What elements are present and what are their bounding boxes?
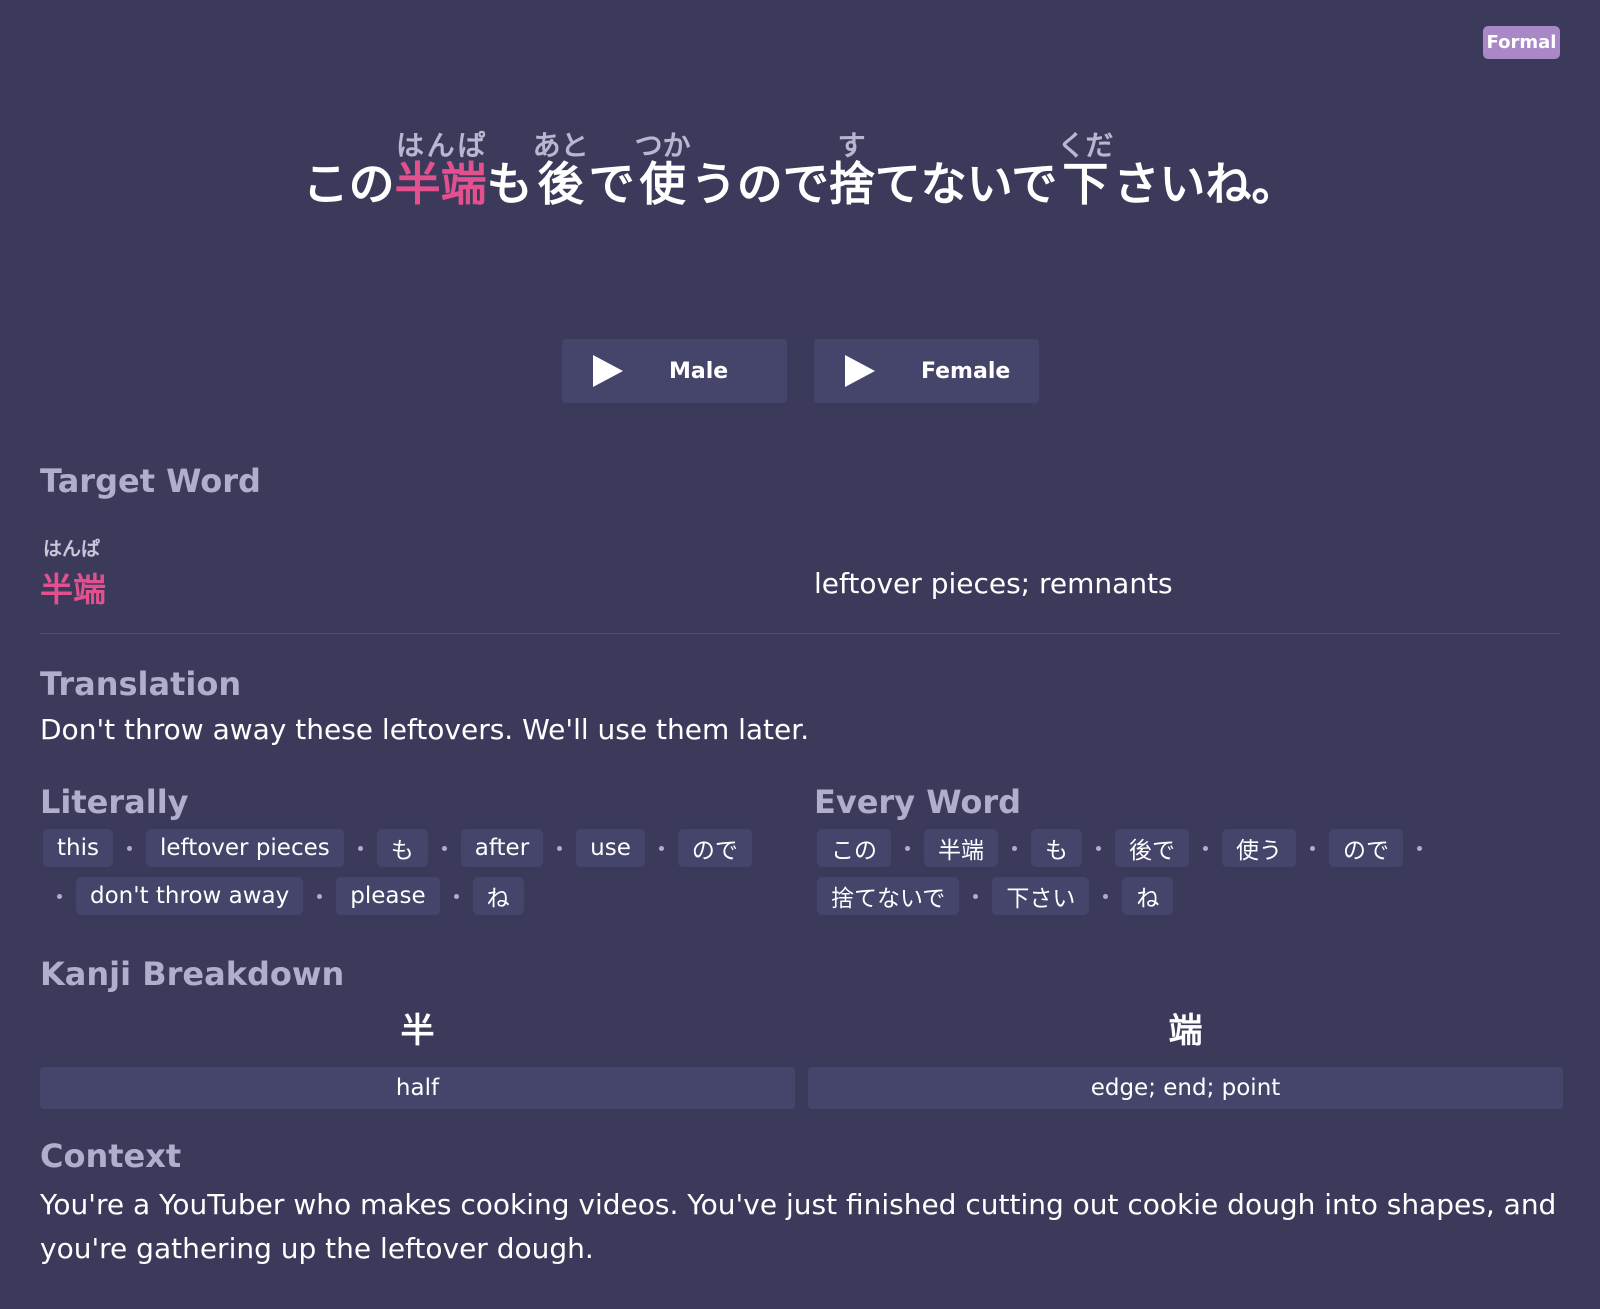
play-female-button[interactable]: Female <box>814 339 1039 403</box>
furigana: あと <box>532 129 589 162</box>
separator-dot <box>441 845 447 851</box>
separator-dot <box>905 845 910 851</box>
literal-chip[interactable]: ので <box>677 829 752 867</box>
japanese-sentence: この 半端はんぱも後あとで使つか うので 捨す てないで 下くだ さいね。 <box>0 129 1600 211</box>
sentence-ruby: 下くだ <box>1057 129 1114 207</box>
female-label: Female <box>921 358 1011 384</box>
separator-dot <box>557 845 563 851</box>
divider <box>40 633 1560 634</box>
translation-title: Translation <box>40 665 242 703</box>
play-icon <box>593 355 623 387</box>
word-chip[interactable]: 下さい <box>992 877 1090 915</box>
literal-chip[interactable]: after <box>460 829 544 867</box>
literal-chip[interactable]: も <box>376 829 428 867</box>
play-male-button[interactable]: Male <box>562 339 787 403</box>
literal-chip[interactable]: ね <box>472 877 524 915</box>
context-text: You're a YouTuber who makes cooking vide… <box>40 1188 1557 1265</box>
sentence-kanji: 捨 <box>828 157 875 211</box>
sentence-kana: さいね。 <box>1113 157 1298 211</box>
target-word: 半端 <box>40 570 106 609</box>
separator-dot <box>1417 845 1422 851</box>
formality-badge: Formal <box>1483 26 1560 59</box>
every-word-chips: この 半端も後で 使う ので捨てないで 下さいね <box>817 829 1537 915</box>
separator-dot <box>317 893 323 899</box>
sentence-ruby: 使つか <box>634 129 691 207</box>
sentence-kanji: 半端 <box>394 157 487 211</box>
kanji-meaning: half <box>40 1067 795 1109</box>
word-chip[interactable]: 使う <box>1222 829 1296 867</box>
separator-dot <box>1310 845 1315 851</box>
literal-chip[interactable]: please <box>336 877 440 915</box>
sentence-kanji: 使 <box>634 157 691 211</box>
sentence-kanji: 後 <box>532 157 589 211</box>
word-chip[interactable]: ので <box>1329 829 1403 867</box>
separator-dot <box>1103 893 1109 899</box>
separator-dot <box>57 893 62 899</box>
sentence-kana: この <box>302 157 395 211</box>
literal-chip[interactable]: don't throw away <box>76 877 304 915</box>
separator-dot <box>973 893 979 899</box>
male-label: Male <box>669 358 729 384</box>
literal-chip[interactable]: leftover pieces <box>145 829 344 867</box>
every-word-title: Every Word <box>814 783 1022 821</box>
furigana: す <box>828 129 875 162</box>
separator-dot <box>453 893 459 899</box>
word-chip[interactable]: 後で <box>1115 829 1189 867</box>
separator-dot <box>658 845 664 851</box>
audio-buttons: Male Female <box>562 339 1039 403</box>
literally-title: Literally <box>40 783 189 821</box>
literal-chip[interactable]: this <box>43 829 113 867</box>
separator-dot <box>357 845 363 851</box>
separator-dot <box>126 845 132 851</box>
kanji-breakdown-title: Kanji Breakdown <box>40 955 345 993</box>
sentence-kana: で <box>588 157 635 211</box>
kanji-character: 半 <box>400 1011 435 1051</box>
sentence-kana: うので <box>690 157 829 211</box>
sentence-kana: てないで <box>874 157 1058 211</box>
sentence-ruby: 捨す <box>828 129 875 207</box>
separator-dot <box>1096 845 1101 851</box>
target-word-reading: はんぱ <box>43 538 101 560</box>
literal-chip[interactable]: use <box>576 829 645 867</box>
literally-chips: this leftover pieces も after use ので don't thro… <box>43 829 763 915</box>
word-chip[interactable]: も <box>1031 829 1082 867</box>
sentence-ruby: 後あと <box>532 129 589 207</box>
kanji-character: 端 <box>1168 1011 1203 1051</box>
separator-dot <box>1203 845 1208 851</box>
sentence-ruby: 半端はんぱ <box>394 129 487 207</box>
sentence-kanji: 下 <box>1057 157 1114 211</box>
kanji-meaning: edge; end; point <box>808 1067 1563 1109</box>
furigana: くだ <box>1057 129 1114 162</box>
furigana: つか <box>634 129 691 162</box>
context-title: Context <box>40 1137 182 1175</box>
word-chip[interactable]: 半端 <box>924 829 998 867</box>
word-chip[interactable]: 捨てないで <box>817 877 960 915</box>
target-word-meaning: leftover pieces; remnants <box>814 567 1173 600</box>
translation-text: Don't throw away these leftovers. We'll … <box>40 713 810 746</box>
sentence-kana: も <box>486 157 533 211</box>
furigana: はんぱ <box>394 129 487 162</box>
word-chip[interactable]: ね <box>1122 877 1174 915</box>
word-chip[interactable]: この <box>817 829 891 867</box>
separator-dot <box>1012 845 1017 851</box>
target-word-title: Target Word <box>40 462 261 500</box>
play-icon <box>845 355 875 387</box>
